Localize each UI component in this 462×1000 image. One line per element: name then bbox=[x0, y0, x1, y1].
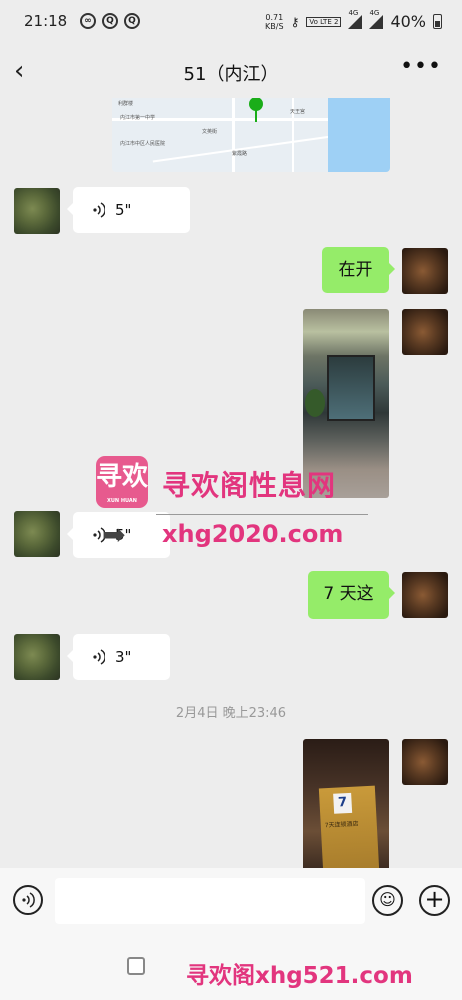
text-message[interactable]: 在开 bbox=[322, 247, 395, 293]
voice-wave-icon bbox=[93, 202, 105, 218]
watermark-logo-small: XUN HUAN bbox=[107, 498, 137, 504]
signal-label-2: 4G bbox=[369, 8, 380, 17]
status-bar: 21:18 ∞ Q Q 0.71 KB/S ⚷ Vo LTE 2 4G 4G 4… bbox=[0, 0, 462, 44]
map-road bbox=[232, 98, 235, 172]
qq-icon: Q bbox=[102, 13, 118, 29]
map-label: 紫霞路 bbox=[232, 151, 248, 157]
net-speed-value: 0.71 bbox=[265, 12, 284, 22]
message-timestamp: 2月4日 晚上23:46 bbox=[175, 706, 287, 721]
signal-icon: 4G bbox=[348, 9, 363, 29]
watermark-divider bbox=[156, 514, 368, 521]
my-avatar[interactable] bbox=[402, 572, 448, 618]
chat-header: ‹ 51（内江） ••• bbox=[0, 44, 462, 100]
link-icon: ∞ bbox=[80, 13, 96, 29]
map-label: 内江市第一中学 bbox=[120, 115, 156, 121]
contact-avatar[interactable] bbox=[14, 188, 60, 234]
battery-percent: 40% bbox=[390, 12, 426, 31]
notification-icons: ∞ Q Q bbox=[80, 13, 140, 29]
input-bar: ☺ + 寻欢阁xhg521.com bbox=[0, 868, 462, 1000]
photo-content bbox=[327, 355, 375, 421]
signal-label-1: 4G bbox=[348, 8, 359, 17]
map-label: 利群楼 bbox=[118, 101, 134, 107]
signal-icon-2: 4G bbox=[369, 9, 384, 29]
map-label: 内江市中区人民医院 bbox=[120, 141, 166, 147]
voice-message[interactable]: 3" bbox=[67, 634, 170, 680]
volte-badge: Vo LTE 2 bbox=[306, 16, 342, 27]
my-avatar[interactable] bbox=[402, 248, 448, 294]
map-pin-icon bbox=[249, 98, 263, 122]
text-message[interactable]: 7 天这 bbox=[308, 571, 395, 619]
voice-wave-icon bbox=[93, 649, 105, 665]
voice-message[interactable]: 5" bbox=[67, 187, 190, 233]
photo-content bbox=[305, 389, 325, 417]
voice-input-button[interactable] bbox=[13, 885, 43, 915]
voice-duration: 5" bbox=[115, 201, 132, 219]
battery-icon bbox=[433, 14, 442, 29]
qq-icon-2: Q bbox=[124, 13, 140, 29]
voice-duration: 5" bbox=[115, 526, 132, 544]
hotel-card-text: 7天连锁酒店 bbox=[324, 820, 359, 830]
more-options-icon[interactable]: ••• bbox=[400, 54, 442, 79]
photo-message[interactable]: 7 7天连锁酒店 bbox=[303, 739, 389, 871]
contact-avatar[interactable] bbox=[14, 634, 60, 680]
watermark-url: xhg2020.com bbox=[162, 520, 344, 548]
net-speed-unit: KB/S bbox=[265, 21, 284, 31]
status-time: 21:18 bbox=[24, 12, 68, 30]
watermark-footer: 寻欢阁xhg521.com bbox=[186, 963, 413, 989]
map-label: 天王宫 bbox=[290, 109, 306, 115]
hotel-logo: 7 bbox=[333, 792, 353, 814]
emoji-icon[interactable]: ☺ bbox=[372, 885, 403, 916]
map-label: 文英街 bbox=[202, 129, 218, 135]
voice-wave-icon bbox=[22, 892, 35, 908]
voice-wave-icon bbox=[93, 527, 105, 543]
map-river bbox=[328, 98, 390, 172]
message-input[interactable] bbox=[55, 878, 365, 924]
my-avatar[interactable] bbox=[402, 309, 448, 355]
key-icon: ⚷ bbox=[290, 14, 300, 29]
watermark-logo: 寻欢 XUN HUAN bbox=[96, 456, 148, 508]
checkbox[interactable] bbox=[127, 957, 145, 975]
net-speed: 0.71 KB/S bbox=[265, 13, 284, 31]
voice-duration: 3" bbox=[115, 648, 132, 666]
my-avatar[interactable] bbox=[402, 739, 448, 785]
chat-title: 51（内江） bbox=[183, 64, 279, 85]
contact-avatar[interactable] bbox=[14, 511, 60, 557]
status-right: 0.71 KB/S ⚷ Vo LTE 2 4G 4G 40% bbox=[265, 9, 442, 31]
map-road bbox=[152, 135, 332, 163]
location-map-message[interactable]: 利群楼 天王宫 内江市第一中学 内江市中区人民医院 文英街 紫霞路 bbox=[112, 98, 390, 172]
plus-icon[interactable]: + bbox=[419, 885, 450, 916]
voice-message[interactable]: 5" bbox=[67, 512, 170, 558]
hotel-card: 7 7天连锁酒店 bbox=[318, 785, 380, 871]
watermark-logo-text: 寻欢 bbox=[96, 462, 149, 492]
photo-message[interactable] bbox=[303, 309, 389, 498]
